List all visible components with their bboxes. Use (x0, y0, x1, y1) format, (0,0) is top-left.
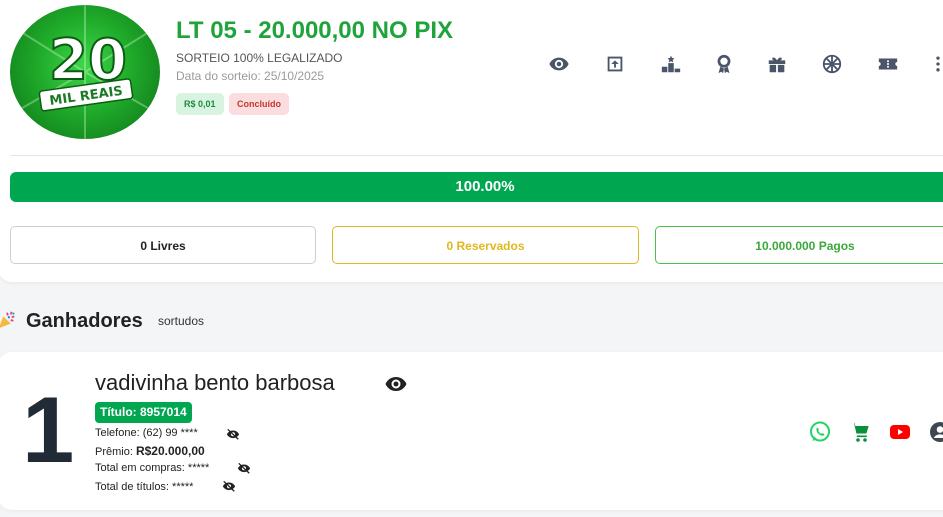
eye-icon[interactable] (546, 51, 572, 77)
winner-name: vadivinha bento barbosa (95, 370, 335, 395)
ticket-badge: Título: 8957014 (95, 402, 192, 423)
cart-icon[interactable] (848, 420, 872, 444)
winner-total-tickets: Total de títulos: ***** (95, 481, 194, 493)
prize-value: R$20.000,00 (135, 444, 205, 458)
whatsapp-icon[interactable] (808, 420, 832, 444)
raffle-title: LT 05 - 20.000,00 NO PIX (176, 17, 454, 44)
wheel-icon[interactable] (819, 51, 845, 77)
reserved-count-button[interactable]: 0 Reservados (332, 226, 639, 264)
status-badge: Concluído (229, 93, 289, 115)
winner-total-purchases: Total em compras: ***** (95, 462, 210, 474)
winner-phone: Telefone: (62) 99 **** (95, 427, 198, 439)
award-icon[interactable] (711, 51, 737, 77)
paid-count-button[interactable]: 10.000.000 Pagos (655, 226, 943, 264)
more-icon[interactable] (928, 51, 943, 77)
winners-subheading: sortudos (158, 314, 205, 328)
raffle-subtitle: SORTEIO 100% LEGALIZADO (176, 51, 343, 65)
raffle-logo: 20 MIL REAIS (10, 5, 160, 139)
gift-icon[interactable] (764, 51, 790, 77)
prize-label: Prêmio: (95, 446, 133, 458)
winners-heading: Ganhadores (26, 310, 143, 332)
winner-rank: 1 (22, 377, 75, 482)
progress-label: 100.00% (455, 178, 515, 195)
draw-date: Data do sorteio: 25/10/2025 (176, 69, 325, 83)
eye-slash-icon[interactable] (222, 480, 236, 492)
youtube-icon[interactable] (888, 420, 912, 444)
divider (10, 155, 943, 156)
eye-slash-icon[interactable] (237, 462, 251, 474)
eye-slash-icon[interactable] (226, 428, 240, 440)
winner-prize: Prêmio: R$20.000,00 (95, 444, 205, 458)
user-icon[interactable] (928, 420, 943, 444)
price-badge: R$ 0,01 (176, 93, 224, 115)
free-count-button[interactable]: 0 Livres (10, 226, 316, 264)
ticket-icon[interactable] (875, 51, 901, 77)
podium-icon[interactable] (658, 51, 684, 77)
confetti-icon (0, 311, 15, 328)
share-icon[interactable] (602, 51, 628, 77)
winner-eye-icon[interactable] (384, 374, 408, 394)
